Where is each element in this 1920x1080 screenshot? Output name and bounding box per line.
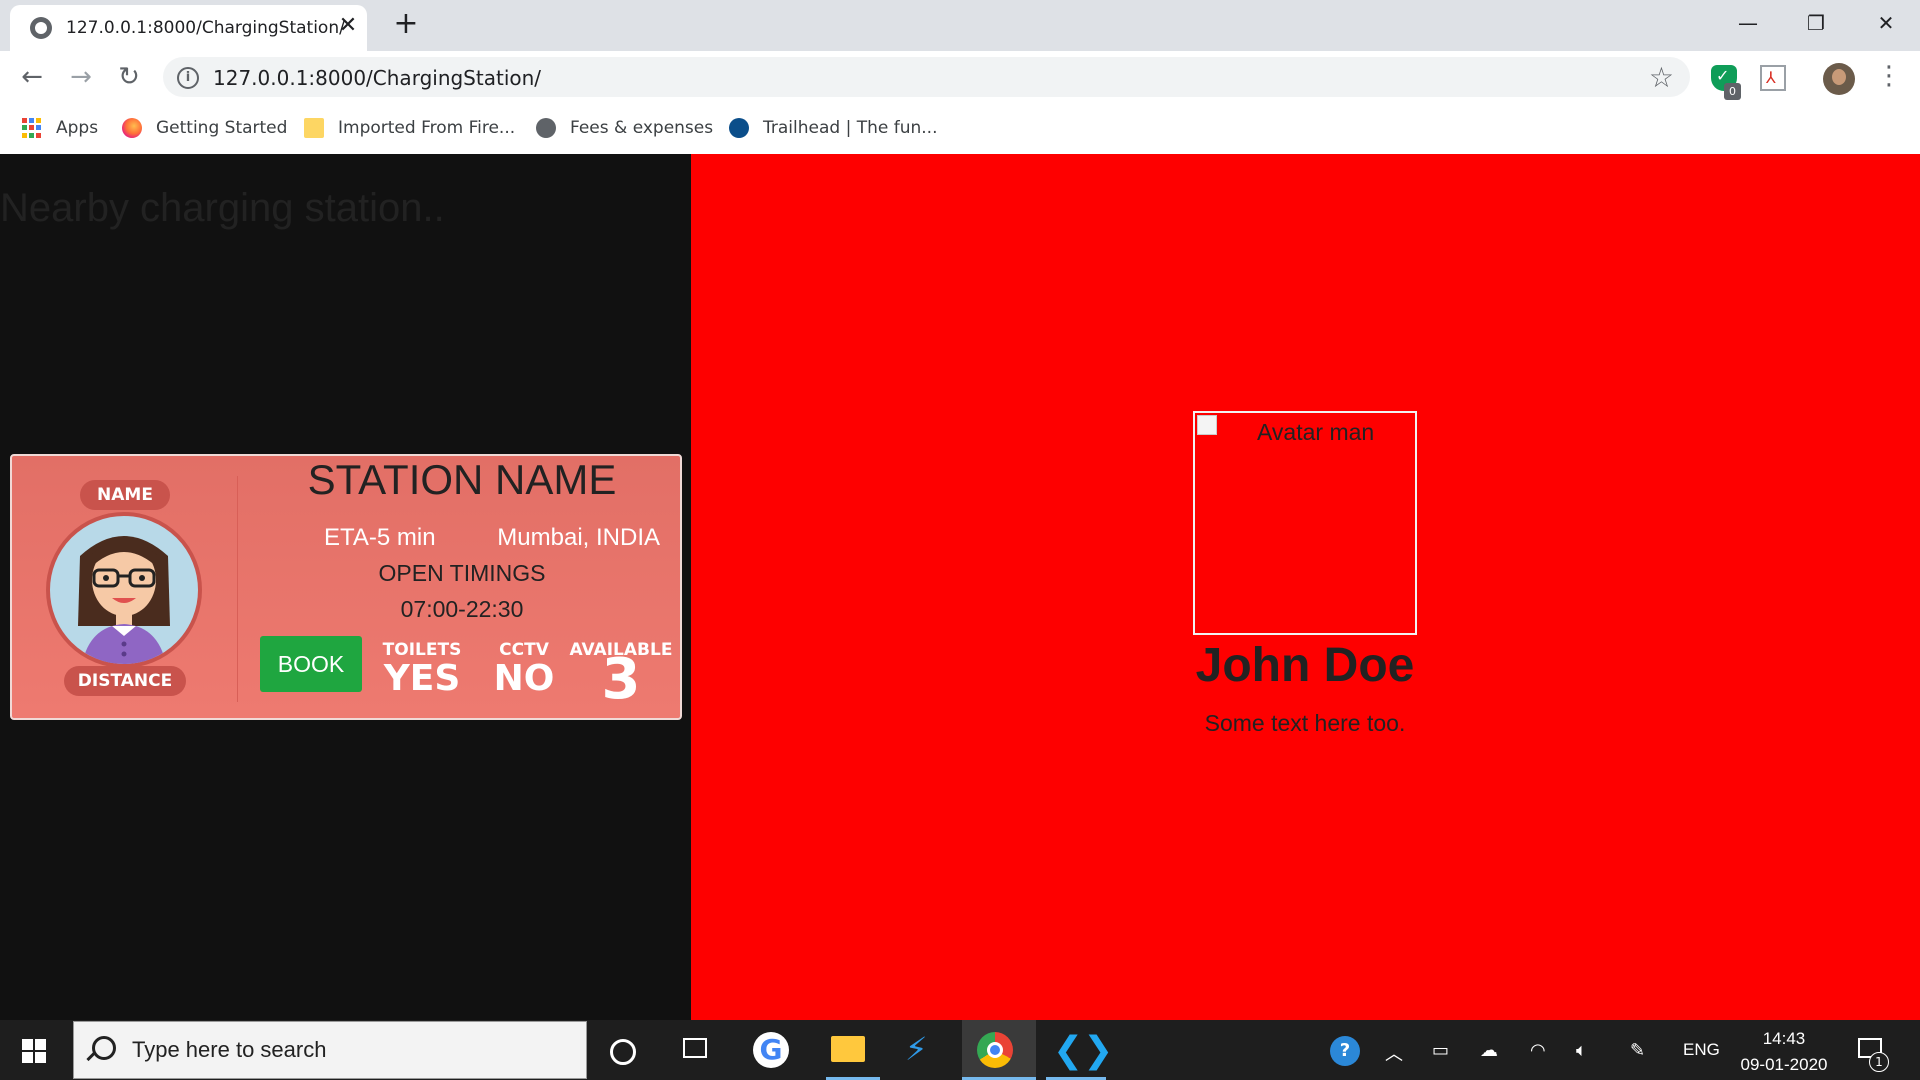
globe-icon bbox=[30, 17, 52, 39]
left-pane: Nearby charging station.. NAME DISTANCE … bbox=[0, 154, 691, 1020]
station-name: STATION NAME bbox=[307, 456, 617, 503]
name-pill: NAME bbox=[80, 480, 170, 510]
bookmark-label: Fees & expenses bbox=[570, 118, 714, 138]
station-avatar bbox=[46, 512, 202, 668]
volume-icon[interactable]: 🔈︎ bbox=[1576, 1040, 1587, 1061]
toilets-value: YES bbox=[383, 658, 461, 699]
profile-avatar[interactable] bbox=[1823, 63, 1855, 95]
new-tab-button[interactable]: + bbox=[391, 9, 421, 39]
task-view-icon[interactable] bbox=[683, 1038, 707, 1058]
google-icon[interactable]: G bbox=[753, 1032, 789, 1068]
pen-icon[interactable]: ✎ bbox=[1630, 1040, 1645, 1061]
url-text[interactable]: 127.0.0.1:8000/ChargingStation/ bbox=[213, 66, 541, 90]
profile-name: John Doe bbox=[1195, 639, 1415, 692]
browser-toolbar: ← → ↻ i 127.0.0.1:8000/ChargingStation/ … bbox=[0, 51, 1920, 103]
folder-icon bbox=[304, 118, 324, 138]
tab-strip: 127.0.0.1:8000/ChargingStation/ ✕ + — ❐ … bbox=[0, 0, 1920, 51]
broken-image-icon bbox=[1197, 415, 1217, 435]
active-tab[interactable]: 127.0.0.1:8000/ChargingStation/ ✕ bbox=[10, 5, 367, 51]
forward-button[interactable]: → bbox=[66, 62, 96, 92]
bookmark-fees-expenses[interactable]: Fees & expenses bbox=[536, 115, 713, 141]
menu-kebab-icon[interactable]: ⋮ bbox=[1876, 61, 1902, 91]
taskbar-search-box[interactable]: Type here to search bbox=[73, 1021, 587, 1079]
toilets-label: TOILETS bbox=[382, 640, 462, 660]
globe-icon bbox=[536, 118, 556, 138]
available-value: 3 bbox=[601, 647, 641, 712]
clock[interactable]: 14:43 09-01-2020 bbox=[1734, 1026, 1834, 1078]
bookmark-label: Apps bbox=[56, 118, 99, 138]
extension-badge: 0 bbox=[1724, 83, 1741, 100]
bookmark-star-icon[interactable]: ☆ bbox=[1649, 61, 1674, 94]
language-indicator[interactable]: ENG bbox=[1683, 1040, 1720, 1060]
windows-start-icon[interactable] bbox=[22, 1039, 46, 1063]
help-icon[interactable]: ? bbox=[1330, 1036, 1360, 1066]
station-card: NAME DISTANCE STATION NAME ETA-5 min Mum… bbox=[10, 454, 682, 720]
notification-badge: 1 bbox=[1869, 1052, 1889, 1072]
chrome-icon[interactable] bbox=[977, 1032, 1013, 1068]
bookmark-imported-folder[interactable]: Imported From Fire... bbox=[304, 115, 515, 141]
search-icon bbox=[92, 1036, 116, 1060]
close-tab-icon[interactable]: ✕ bbox=[335, 13, 361, 39]
bookmark-getting-started[interactable]: Getting Started bbox=[122, 115, 287, 141]
onedrive-cloud-icon[interactable]: ☁ bbox=[1480, 1040, 1498, 1061]
right-pane: Avatar man John Doe Some text here too. bbox=[691, 154, 1920, 1020]
visual-studio-icon[interactable]: ⚡ bbox=[905, 1030, 949, 1074]
page-content: Nearby charging station.. NAME DISTANCE … bbox=[0, 154, 1920, 1020]
woman-avatar-icon bbox=[78, 536, 170, 664]
page-heading: Nearby charging station.. bbox=[0, 186, 445, 230]
bookmark-label: Trailhead | The fun... bbox=[763, 118, 938, 138]
minimize-button[interactable]: — bbox=[1718, 8, 1778, 38]
close-window-button[interactable]: ✕ bbox=[1856, 8, 1916, 38]
file-explorer-icon[interactable] bbox=[831, 1036, 865, 1062]
pdf-extension-icon[interactable] bbox=[1760, 65, 1786, 91]
battery-icon[interactable]: ▭ bbox=[1432, 1040, 1449, 1061]
city-text: Mumbai, INDIA bbox=[497, 524, 660, 551]
back-button[interactable]: ← bbox=[17, 62, 47, 92]
cortana-icon[interactable] bbox=[610, 1039, 636, 1065]
open-timings-label: OPEN TIMINGS bbox=[378, 560, 546, 586]
wifi-icon[interactable]: ◠ bbox=[1530, 1040, 1546, 1061]
bookmark-apps[interactable]: Apps bbox=[22, 115, 98, 141]
firefox-icon bbox=[122, 118, 142, 138]
distance-pill: DISTANCE bbox=[64, 666, 186, 696]
reload-button[interactable]: ↻ bbox=[114, 62, 144, 92]
address-bar[interactable]: i 127.0.0.1:8000/ChargingStation/ ☆ bbox=[163, 57, 1690, 97]
clock-date: 09-01-2020 bbox=[1740, 1055, 1828, 1074]
info-icon[interactable]: i bbox=[177, 67, 199, 89]
tab-title: 127.0.0.1:8000/ChargingStation/ bbox=[66, 18, 345, 38]
search-placeholder: Type here to search bbox=[132, 1037, 327, 1062]
restore-button[interactable]: ❐ bbox=[1786, 8, 1846, 38]
card-divider bbox=[237, 476, 238, 702]
bookmarks-bar: Apps Getting Started Imported From Fire.… bbox=[0, 103, 1920, 155]
profile-text: Some text here too. bbox=[1204, 710, 1406, 736]
eta-text: ETA-5 min bbox=[324, 524, 436, 551]
cctv-value: NO bbox=[493, 658, 555, 699]
bookmark-label: Getting Started bbox=[156, 118, 288, 138]
trailhead-icon bbox=[729, 118, 749, 138]
vscode-icon[interactable]: ❮❯ bbox=[1053, 1030, 1113, 1074]
book-button[interactable]: BOOK bbox=[260, 636, 362, 692]
cctv-label: CCTV bbox=[499, 640, 549, 660]
clock-time: 14:43 bbox=[1762, 1029, 1806, 1048]
chevron-up-icon[interactable]: ︿ bbox=[1385, 1040, 1403, 1066]
image-alt-text: Avatar man bbox=[1257, 419, 1375, 445]
bookmark-trailhead[interactable]: Trailhead | The fun... bbox=[729, 115, 937, 141]
open-timings-value: 07:00-22:30 bbox=[400, 596, 524, 622]
bookmark-label: Imported From Fire... bbox=[338, 118, 516, 138]
profile-image: Avatar man bbox=[1193, 411, 1417, 635]
apps-grid-icon bbox=[22, 118, 42, 138]
taskbar: Type here to search G ⚡ ❮❯ ? ︿ ▭ ☁ ◠ 🔈︎ … bbox=[0, 1020, 1920, 1080]
